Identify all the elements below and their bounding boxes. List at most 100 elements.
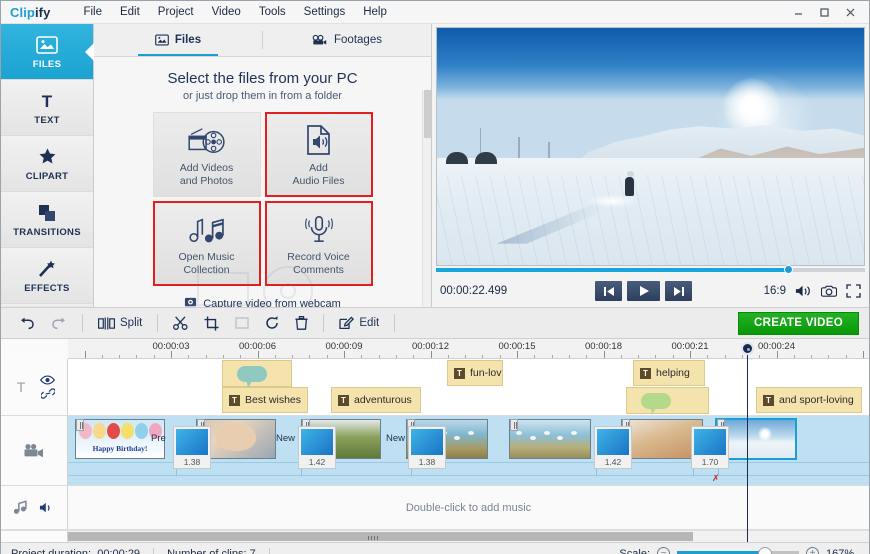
title-track-body[interactable]: TBest wishes Tadventurous Tfun-loving Thelp… [68,359,869,415]
speaker-icon[interactable] [39,501,55,514]
sidebar-item-files[interactable]: FILES [1,24,93,80]
transition-duration-label: 1.38 [183,457,201,467]
timeline-ruler[interactable]: 00:00:03 00:00:06 00:00:09 00:00:12 00:00:15… [68,339,869,359]
previous-frame-button[interactable] [595,281,623,301]
ruler-tick-minor [724,355,726,358]
transition-clip[interactable]: 1.42 [298,426,336,469]
menu-bar: File Edit Project Video Tools Settings H… [74,4,395,20]
rotate-button[interactable] [257,313,287,333]
split-button[interactable]: Split [90,314,150,333]
transition-thumbnail [301,429,333,455]
webcam-icon [184,297,197,307]
tab-label: Footages [334,34,382,46]
add-audio-files-button[interactable]: Add Audio Files [264,112,373,197]
menu-item-video[interactable]: Video [203,4,250,20]
transition-clip[interactable]: 1.38 [408,426,446,469]
track-header-title: T [1,359,68,415]
title-clip[interactable]: Tfun-loving [447,360,503,386]
maximize-button[interactable] [811,2,837,22]
undo-button[interactable] [11,314,43,333]
ruler-tick-major [171,351,172,358]
sidebar-item-text[interactable]: T TEXT [1,80,93,136]
panel-tab-bar: Files Footages [94,24,431,57]
video-camera-icon [23,443,45,458]
bird-shape [454,436,461,441]
sidebar-item-label: EFFECTS [24,282,70,294]
menu-item-file[interactable]: File [74,4,111,20]
video-preview[interactable] [436,27,865,266]
scale-slider[interactable] [677,546,799,554]
edit-button[interactable]: Edit [331,313,387,333]
title-clip-badge-icon: T [454,367,465,379]
stop-button[interactable] [227,313,257,333]
sidebar-item-label: FILES [32,58,62,70]
ruler-tick-minor [638,355,640,358]
tab-files[interactable]: Files [94,24,262,56]
title-clip[interactable]: Thelping [633,360,705,386]
speaker-icon[interactable] [795,284,812,298]
ruler-tick-minor [413,355,415,358]
scrollbar-track[interactable] [68,531,869,542]
title-clip[interactable]: Tand sport-loving [756,387,862,413]
files-panel-scrollbar[interactable] [422,90,431,307]
close-button[interactable] [837,2,863,22]
ruler-tick-minor [188,355,190,358]
project-duration: Project duration: 00:00:29 [11,547,155,554]
redo-button[interactable] [43,314,75,333]
timeline-horizontal-scrollbar[interactable] [1,530,869,542]
title-clip-bubble[interactable] [626,387,709,414]
link-icon[interactable] [40,388,55,399]
edit-toolbar: Split Edit CREATE VIDEO [1,307,869,339]
aspect-ratio-label[interactable]: 16:9 [764,285,786,297]
menu-item-settings[interactable]: Settings [295,4,355,20]
title-clip[interactable]: T Best wishes [222,387,308,413]
title-clip-bubble[interactable] [222,360,292,387]
transition-clip[interactable]: 1.42 [594,426,632,469]
open-music-collection-button[interactable]: Open Music Collection [152,201,261,286]
title-clip-badge-icon: T [640,367,651,379]
transition-clip[interactable]: 1.70 [691,426,729,469]
seek-handle[interactable] [783,265,793,274]
toolbar-divider-2 [157,314,159,332]
menu-item-edit[interactable]: Edit [111,4,149,20]
music-track-body[interactable]: Double-click to add music [68,486,869,529]
title-clip[interactable]: Tadventurous [331,387,421,413]
capture-video-from-webcam-link[interactable]: Capture video from webcam [104,297,421,307]
camera-snapshot-icon[interactable] [820,284,837,298]
zoom-out-button[interactable]: − [657,547,670,554]
minimize-button[interactable] [785,2,811,22]
seek-track[interactable] [436,265,865,274]
tab-footages[interactable]: Footages [263,24,431,56]
sidebar-item-effects[interactable]: EFFECTS [1,248,93,304]
clip-name-label: Pre [151,433,166,444]
fullscreen-icon[interactable] [846,284,861,298]
sidebar-item-label: TRANSITIONS [13,226,81,238]
sidebar-item-transitions[interactable]: TRANSITIONS [1,192,93,248]
transition-clip[interactable]: 1.38 [173,426,211,469]
ruler-tick-minor [326,355,328,358]
video-clip[interactable] [509,419,591,459]
cut-button[interactable] [165,313,196,333]
zoom-in-button[interactable]: + [806,547,819,554]
clip-trim-handle[interactable] [76,419,84,431]
sidebar-item-clipart[interactable]: CLIPART [1,136,93,192]
play-button[interactable] [627,281,661,301]
add-videos-and-photos-button[interactable]: Add Videos and Photos [152,112,261,197]
scrollbar-thumb[interactable] [68,532,693,541]
record-voice-comments-button[interactable]: Record Voice Comments [264,201,373,286]
next-frame-button[interactable] [665,281,693,301]
create-video-button[interactable]: CREATE VIDEO [738,311,859,335]
scrollbar-thumb[interactable] [424,90,431,138]
menu-item-help[interactable]: Help [354,4,396,20]
crop-button[interactable] [196,313,227,334]
menu-item-project[interactable]: Project [149,4,203,20]
clip-trim-handle[interactable] [510,419,518,431]
eye-icon[interactable] [40,375,56,385]
preview-seek-bar[interactable] [432,265,869,275]
title-clip-label: fun-loving [470,367,502,379]
video-track-body[interactable]: Happy Birthday! ✗ Pre 1.38 New 1.42 New 1.38 1.4… [68,416,869,485]
preview-ski-tracks [437,174,864,265]
scale-slider-handle[interactable] [757,546,772,554]
delete-button[interactable] [287,313,316,333]
menu-item-tools[interactable]: Tools [250,4,295,20]
